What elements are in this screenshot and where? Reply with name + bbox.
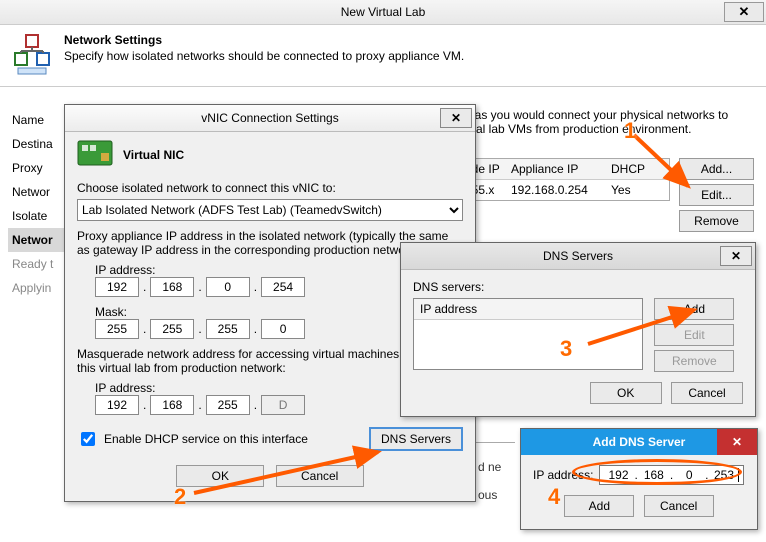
add-network-button[interactable]: Add... <box>679 158 754 180</box>
ip-octet[interactable] <box>95 277 139 297</box>
mask-octet[interactable] <box>206 319 250 339</box>
text-fragment: d ne <box>478 460 501 474</box>
wizard-step[interactable]: Networ <box>8 180 68 204</box>
network-desc-line1: e VM, as you would connect your physical… <box>440 108 728 122</box>
network-desc-line2: to virtual lab VMs from production envir… <box>440 122 691 136</box>
wizard-step[interactable]: Destina <box>8 132 68 156</box>
ip-octet[interactable] <box>150 277 194 297</box>
add-dns-title: Add DNS Server <box>593 435 686 449</box>
ip-octet[interactable] <box>261 277 305 297</box>
wizard-step-selected[interactable]: Networ <box>8 228 68 252</box>
wizard-step[interactable]: Isolate <box>8 204 68 228</box>
add-ip-octet: 168 <box>640 468 668 482</box>
vnic-caption: Virtual NIC <box>123 148 184 162</box>
vnic-cancel-button[interactable]: Cancel <box>276 465 364 487</box>
dns-add-button[interactable]: Add <box>654 298 734 320</box>
ip-address-label: IP address: <box>95 263 177 277</box>
wizard-header-title: Network Settings <box>64 33 464 47</box>
vnic-dialog-titlebar[interactable]: vNIC Connection Settings ✕ <box>65 105 475 132</box>
divider <box>475 442 515 443</box>
col-header: DHCP <box>605 159 669 179</box>
vnic-icon <box>77 140 113 169</box>
add-dns-cancel-button[interactable]: Cancel <box>644 495 714 517</box>
ip-octet[interactable] <box>206 277 250 297</box>
add-dns-server-dialog: Add DNS Server ✕ IP address: 192. 168. 0… <box>520 428 758 530</box>
dns-cancel-button[interactable]: Cancel <box>671 382 743 404</box>
dns-dialog-title: DNS Servers <box>543 249 613 263</box>
mask-octet[interactable] <box>95 319 139 339</box>
vnic-close-button[interactable]: ✕ <box>440 108 472 128</box>
masq-octet[interactable] <box>150 395 194 415</box>
vnic-dialog-title: vNIC Connection Settings <box>201 111 338 125</box>
wizard-step[interactable]: Applyin <box>8 276 68 300</box>
dns-list[interactable]: IP address <box>413 298 643 370</box>
add-ip-octet: 253 <box>711 468 739 482</box>
dns-close-button[interactable]: ✕ <box>720 246 752 266</box>
wizard-step[interactable]: Proxy <box>8 156 68 180</box>
wizard-header: Network Settings Specify how isolated ne… <box>0 25 766 87</box>
wizard-step[interactable]: Name <box>8 108 68 132</box>
wizard-step-icon <box>12 33 54 78</box>
networks-table-header-row: ade IP Appliance IP DHCP <box>459 159 669 180</box>
add-dns-titlebar[interactable]: Add DNS Server ✕ <box>521 429 757 455</box>
masq-octet[interactable] <box>206 395 250 415</box>
network-description-fragment: e VM, as you would connect your physical… <box>440 108 750 136</box>
dns-remove-button: Remove <box>654 350 734 372</box>
networks-table[interactable]: ade IP Appliance IP DHCP 255.x 192.168.0… <box>458 158 670 201</box>
main-close-button[interactable]: ✕ <box>724 2 764 22</box>
table-row[interactable]: 255.x 192.168.0.254 Yes <box>459 180 669 200</box>
add-ip-octet: 0 <box>675 468 703 482</box>
mask-label: Mask: <box>95 305 177 319</box>
main-window-title: New Virtual Lab <box>341 5 426 19</box>
wizard-header-desc: Specify how isolated networks should be … <box>64 49 464 63</box>
col-header: Appliance IP <box>505 159 605 179</box>
masq-ip-label: IP address: <box>95 381 177 395</box>
dns-list-col-header: IP address <box>414 299 642 320</box>
mask-octet[interactable] <box>150 319 194 339</box>
mask-octet[interactable] <box>261 319 305 339</box>
add-ip-octet: 192 <box>604 468 632 482</box>
wizard-step[interactable]: Ready t <box>8 252 68 276</box>
masq-octet[interactable] <box>95 395 139 415</box>
wizard-step-list: Name Destina Proxy Networ Isolate Networ… <box>8 108 68 300</box>
add-dns-close-button[interactable]: ✕ <box>717 429 757 455</box>
add-dns-ip-field[interactable]: 192. 168. 0. 253 <box>599 465 743 485</box>
vnic-ok-button[interactable]: OK <box>176 465 264 487</box>
masq-octet-disabled <box>261 395 305 415</box>
text-fragment: ous <box>478 488 497 502</box>
dns-dialog-titlebar[interactable]: DNS Servers ✕ <box>401 243 755 270</box>
isolated-network-select[interactable]: Lab Isolated Network (ADFS Test Lab) (Te… <box>77 199 463 221</box>
dns-edit-button: Edit <box>654 324 734 346</box>
table-cell: Yes <box>605 180 669 200</box>
dns-servers-button[interactable]: DNS Servers <box>369 427 463 451</box>
dns-ok-button[interactable]: OK <box>590 382 662 404</box>
remove-network-button[interactable]: Remove <box>679 210 754 232</box>
main-window-titlebar: New Virtual Lab ✕ <box>0 0 766 25</box>
choose-network-label: Choose isolated network to connect this … <box>77 181 463 195</box>
edit-network-button[interactable]: Edit... <box>679 184 754 206</box>
dns-list-label: DNS servers: <box>413 280 743 294</box>
add-dns-add-button[interactable]: Add <box>564 495 634 517</box>
dhcp-checkbox[interactable] <box>81 432 95 446</box>
add-dns-ip-label: IP address: <box>533 468 593 482</box>
dns-servers-dialog: DNS Servers ✕ DNS servers: IP address Ad… <box>400 242 756 417</box>
table-cell: 192.168.0.254 <box>505 180 605 200</box>
dhcp-label: Enable DHCP service on this interface <box>104 432 308 446</box>
networks-table-button-panel: Add... Edit... Remove <box>679 158 754 232</box>
